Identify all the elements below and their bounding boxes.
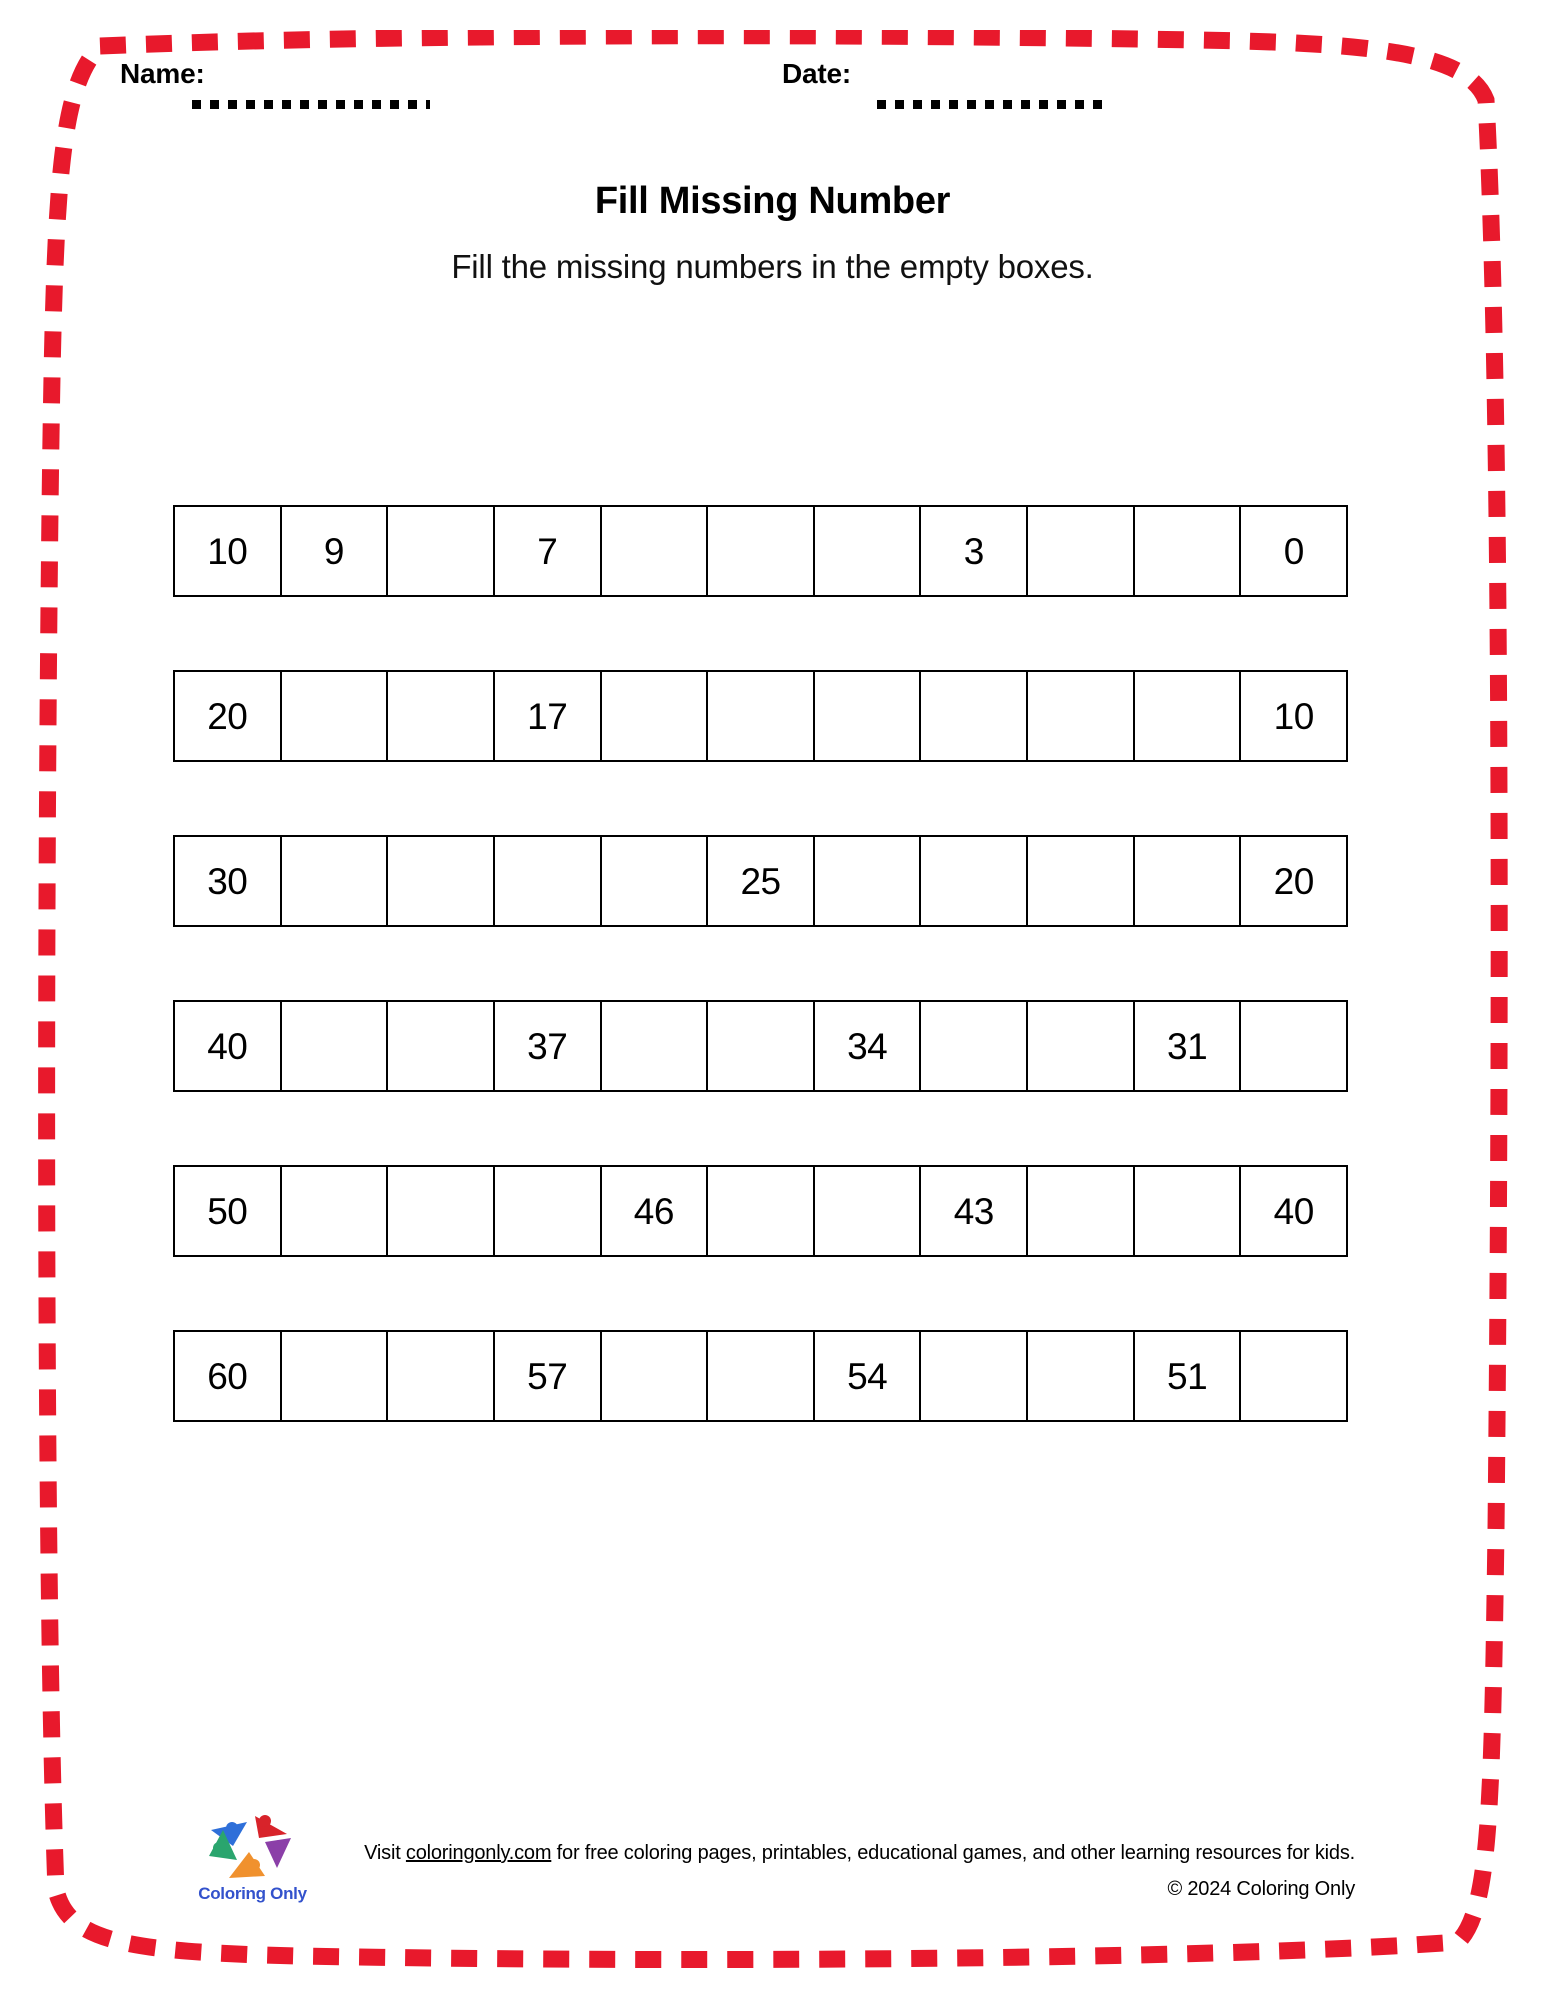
footer-visit-text: Visit coloringonly.com for free coloring… bbox=[270, 1842, 1355, 1865]
number-cell[interactable] bbox=[281, 672, 389, 760]
number-cell[interactable] bbox=[708, 1332, 815, 1420]
table-row: 20 17 10 bbox=[173, 670, 1348, 762]
number-cell[interactable] bbox=[388, 837, 495, 925]
number-cell[interactable]: 30 bbox=[175, 837, 282, 925]
number-cell[interactable] bbox=[388, 672, 495, 760]
number-cell[interactable]: 51 bbox=[1134, 1332, 1242, 1420]
number-cell[interactable]: 20 bbox=[1241, 837, 1347, 925]
number-cell[interactable] bbox=[814, 672, 922, 760]
number-cell[interactable] bbox=[388, 1167, 495, 1255]
number-cell[interactable] bbox=[921, 1332, 1029, 1420]
number-cell[interactable]: 17 bbox=[494, 672, 602, 760]
number-cell[interactable]: 46 bbox=[601, 1167, 709, 1255]
number-cell[interactable]: 34 bbox=[814, 1002, 922, 1090]
footer-visit-suffix: for free coloring pages, printables, edu… bbox=[551, 1842, 1356, 1864]
number-cell[interactable] bbox=[494, 1167, 602, 1255]
number-cell[interactable] bbox=[1134, 1167, 1242, 1255]
number-cell[interactable] bbox=[921, 837, 1029, 925]
number-cell[interactable] bbox=[601, 1332, 709, 1420]
number-cell[interactable] bbox=[601, 837, 709, 925]
number-cell[interactable]: 9 bbox=[281, 507, 389, 595]
number-cell[interactable] bbox=[1134, 507, 1242, 595]
number-cell[interactable]: 43 bbox=[921, 1167, 1029, 1255]
footer: Coloring Only Visit coloringonly.com for… bbox=[195, 1800, 1355, 1930]
number-cell[interactable] bbox=[814, 837, 922, 925]
number-cell[interactable]: 50 bbox=[175, 1167, 282, 1255]
number-cell[interactable] bbox=[1134, 672, 1242, 760]
number-cell[interactable]: 0 bbox=[1241, 507, 1347, 595]
number-cell[interactable]: 40 bbox=[175, 1002, 282, 1090]
number-cell[interactable] bbox=[281, 837, 389, 925]
number-cell[interactable]: 57 bbox=[494, 1332, 602, 1420]
name-write-line[interactable] bbox=[192, 100, 430, 109]
number-cell[interactable] bbox=[1241, 1002, 1347, 1090]
date-write-line[interactable] bbox=[877, 100, 1102, 109]
number-cell[interactable] bbox=[708, 672, 815, 760]
number-cell[interactable]: 37 bbox=[494, 1002, 602, 1090]
number-cell[interactable]: 25 bbox=[708, 837, 815, 925]
number-cell[interactable]: 10 bbox=[175, 507, 282, 595]
number-cell[interactable] bbox=[1028, 837, 1135, 925]
number-rows: 10 9 7 3 0 20 17 10 30 25 20 40 37 34 31… bbox=[173, 505, 1353, 1495]
number-cell[interactable] bbox=[921, 672, 1029, 760]
number-cell[interactable] bbox=[814, 507, 922, 595]
number-cell[interactable] bbox=[388, 507, 495, 595]
name-label: Name: bbox=[120, 58, 205, 89]
number-cell[interactable] bbox=[1028, 672, 1135, 760]
number-cell[interactable]: 60 bbox=[175, 1332, 282, 1420]
number-cell[interactable] bbox=[601, 672, 709, 760]
number-cell[interactable] bbox=[708, 1167, 815, 1255]
table-row: 50 46 43 40 bbox=[173, 1165, 1348, 1257]
worksheet-page: Name: Date: Fill Missing Number Fill the… bbox=[0, 0, 1545, 2000]
number-cell[interactable]: 40 bbox=[1241, 1167, 1347, 1255]
number-cell[interactable]: 31 bbox=[1134, 1002, 1242, 1090]
number-cell[interactable] bbox=[388, 1332, 495, 1420]
footer-visit-prefix: Visit bbox=[364, 1842, 406, 1864]
number-cell[interactable] bbox=[1134, 837, 1242, 925]
number-cell[interactable] bbox=[601, 1002, 709, 1090]
table-row: 40 37 34 31 bbox=[173, 1000, 1348, 1092]
coloringonly-link[interactable]: coloringonly.com bbox=[406, 1842, 552, 1864]
table-row: 30 25 20 bbox=[173, 835, 1348, 927]
page-title: Fill Missing Number bbox=[594, 180, 951, 222]
number-cell[interactable] bbox=[281, 1167, 389, 1255]
number-cell[interactable]: 20 bbox=[175, 672, 282, 760]
date-label: Date: bbox=[782, 58, 852, 89]
number-cell[interactable] bbox=[708, 507, 815, 595]
table-row: 10 9 7 3 0 bbox=[173, 505, 1348, 597]
number-cell[interactable] bbox=[1028, 1167, 1135, 1255]
number-cell[interactable]: 7 bbox=[494, 507, 602, 595]
number-cell[interactable]: 3 bbox=[921, 507, 1029, 595]
table-row: 60 57 54 51 bbox=[173, 1330, 1348, 1422]
number-cell[interactable] bbox=[281, 1002, 389, 1090]
number-cell[interactable] bbox=[814, 1167, 922, 1255]
page-subtitle: Fill the missing numbers in the empty bo… bbox=[451, 248, 1094, 285]
copyright-text: © 2024 Coloring Only bbox=[1167, 1878, 1355, 1900]
worksheet-content: Name: Date: Fill Missing Number Fill the… bbox=[0, 0, 1545, 2000]
number-cell[interactable] bbox=[388, 1002, 495, 1090]
number-cell[interactable] bbox=[601, 507, 709, 595]
number-cell[interactable] bbox=[1028, 1332, 1135, 1420]
header: Name: Date: bbox=[120, 58, 1120, 128]
number-cell[interactable] bbox=[494, 837, 602, 925]
number-cell[interactable] bbox=[708, 1002, 815, 1090]
number-cell[interactable] bbox=[1028, 1002, 1135, 1090]
number-cell[interactable]: 54 bbox=[814, 1332, 922, 1420]
number-cell[interactable] bbox=[281, 1332, 389, 1420]
number-cell[interactable]: 10 bbox=[1241, 672, 1347, 760]
number-cell[interactable] bbox=[1028, 507, 1135, 595]
number-cell[interactable] bbox=[1241, 1332, 1347, 1420]
number-cell[interactable] bbox=[921, 1002, 1029, 1090]
